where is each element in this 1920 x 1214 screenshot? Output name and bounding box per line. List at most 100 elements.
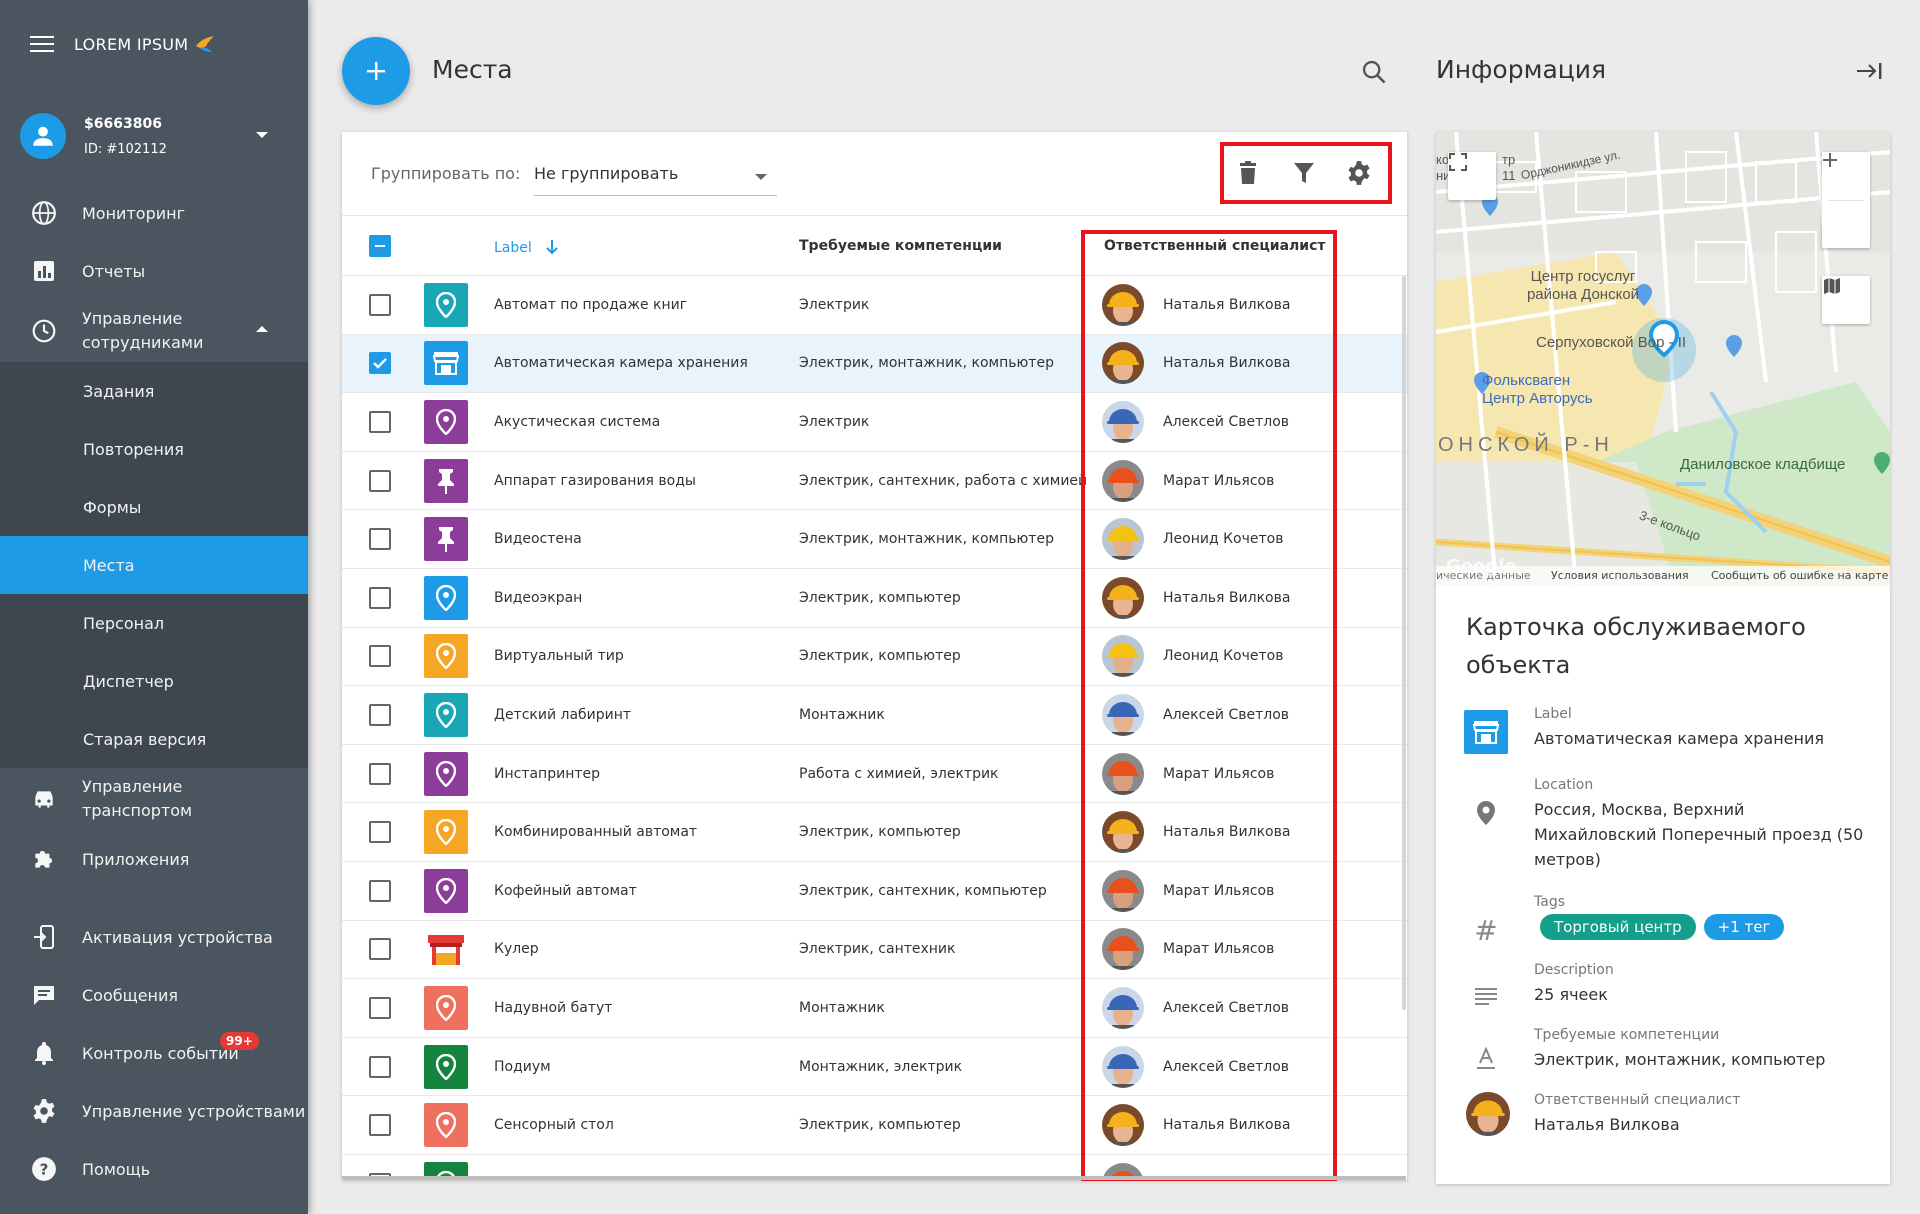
field-label-key: Label (1534, 706, 1572, 722)
row-checkbox[interactable] (369, 1114, 391, 1137)
menu-icon[interactable] (30, 36, 54, 52)
table-row[interactable]: Надувной батут Монтажник Алексей Светлов (342, 979, 1407, 1038)
sidebar-item-forms[interactable]: Формы (0, 478, 308, 536)
specialist-avatar (1102, 869, 1144, 912)
row-checkbox[interactable] (369, 996, 391, 1019)
filter-icon[interactable] (1292, 160, 1316, 186)
sidebar-item-places[interactable]: Места (0, 536, 308, 594)
sidebar-item-label: Отчеты (82, 261, 146, 281)
specialist-avatar (1102, 811, 1144, 854)
table-row[interactable]: Автомат по продаже книг Электрик Наталья В… (342, 276, 1407, 335)
cell-label: Кулер (494, 941, 539, 958)
table-row[interactable]: Комбинированный автомат Электрик, компьют… (342, 803, 1407, 862)
horizontal-scrollbar[interactable] (342, 1176, 1406, 1180)
search-icon[interactable] (1360, 58, 1388, 86)
sidebar-item-help[interactable]: ? Помощь (0, 1140, 308, 1198)
sidebar-item-activation[interactable]: Активация устройства (0, 908, 308, 966)
row-checkbox[interactable] (369, 528, 391, 551)
settings-gear-icon[interactable] (1346, 160, 1372, 186)
sort-arrow-icon (546, 240, 558, 255)
cell-specialist: Леонид Кочетов (1163, 531, 1284, 548)
row-checkbox[interactable] (369, 938, 391, 961)
row-checkbox[interactable] (369, 293, 391, 316)
sidebar-item-tasks[interactable]: Задания (0, 362, 308, 420)
sidebar-item-repeats[interactable]: Повторения (0, 420, 308, 478)
map-footer: ические данные Google Условия использова… (1436, 556, 1890, 586)
row-checkbox[interactable] (369, 821, 391, 844)
map-layers-icon (1824, 278, 1840, 294)
sidebar-item-events[interactable]: Контроль событий 99+ (0, 1024, 308, 1082)
table-row[interactable]: Видеостена Электрик, монтажник, компьютер… (342, 510, 1407, 569)
table-row[interactable]: Видеоэкран Электрик, компьютер Наталья Вил… (342, 569, 1407, 628)
cell-competences: Монтажник (799, 999, 885, 1016)
row-checkbox[interactable] (369, 586, 391, 609)
table-row[interactable]: Аппарат газирования воды Электрик, сантех… (342, 452, 1407, 511)
row-checkbox[interactable] (369, 762, 391, 785)
place-type-icon (424, 634, 468, 679)
field-description-key: Description (1534, 962, 1614, 978)
map[interactable]: кон ник тр 11 Орджоникидзе ул. Центр гос… (1436, 132, 1890, 586)
sidebar-item-label: Повторения (83, 439, 184, 459)
row-checkbox[interactable] (369, 645, 391, 668)
zoom-out-button[interactable] (1823, 159, 1864, 248)
row-checkbox[interactable] (369, 410, 391, 433)
store-icon (1464, 710, 1508, 754)
sidebar-item-devices[interactable]: Управление устройствами (0, 1082, 308, 1140)
collapse-panel-icon[interactable] (1855, 60, 1883, 82)
vertical-scrollbar[interactable] (1402, 276, 1406, 1010)
place-type-icon (424, 341, 468, 386)
trash-icon[interactable] (1236, 160, 1260, 186)
select-all-checkbox[interactable] (369, 235, 391, 257)
field-competences: Требуемые компетенции Электрик, монтажни… (1436, 1027, 1890, 1072)
table-row[interactable]: Инстапринтер Работа с химией, электрик Мар… (342, 745, 1407, 804)
row-checkbox[interactable] (369, 469, 391, 492)
table-row[interactable]: Акустическая система Электрик Алексей Свет… (342, 393, 1407, 452)
column-header-specialist[interactable]: Ответственный специалист (1104, 238, 1326, 254)
sidebar-item-messages[interactable]: Сообщения (0, 966, 308, 1024)
map-report-link[interactable]: Сообщить об ошибке на карте (1711, 569, 1888, 582)
car-icon (30, 785, 58, 813)
cell-competences: Электрик, компьютер (799, 824, 961, 841)
table-row[interactable]: Подиум Монтажник, электрик Алексей Светлов (342, 1038, 1407, 1097)
table-row[interactable]: Кулер Электрик, сантехник Марат Ильясов (342, 921, 1407, 980)
sidebar-item-label: Управление сотрудниками (82, 309, 204, 352)
specialist-avatar (1102, 400, 1144, 443)
add-place-button[interactable] (342, 37, 410, 105)
cell-specialist: Наталья Вилкова (1163, 589, 1291, 606)
row-checkbox[interactable] (369, 879, 391, 902)
map-terms-link[interactable]: Условия использования (1551, 569, 1689, 582)
sidebar-item-apps[interactable]: Приложения (0, 830, 308, 888)
sidebar-item-dispatcher[interactable]: Диспетчер (0, 652, 308, 710)
column-header-label[interactable]: Label (494, 238, 560, 256)
chevron-up-icon[interactable] (256, 326, 268, 332)
fullscreen-button[interactable] (1448, 152, 1496, 200)
svg-text:?: ? (40, 1160, 49, 1178)
more-tags-chip[interactable]: +1 тег (1703, 914, 1785, 940)
cell-label: Инстапринтер (494, 765, 601, 782)
map-label: Центр госуслуг района Донской (1526, 268, 1640, 303)
sidebar-item-old-version[interactable]: Старая версия (0, 710, 308, 768)
tag-chip[interactable]: Торговый центр (1540, 914, 1696, 940)
place-type-icon (424, 985, 468, 1030)
sidebar-item-transport[interactable]: Управление транспортом (0, 768, 308, 830)
specialist-avatar (1102, 693, 1144, 736)
table-row[interactable]: Автоматическая камера хранения Электрик, … (342, 334, 1407, 394)
sidebar-item-label: Задания (83, 381, 155, 401)
account-switcher[interactable]: $6663806 ID: #102112 (0, 88, 308, 184)
group-by-select[interactable]: Не группировать (534, 152, 777, 196)
column-header-competences[interactable]: Требуемые компетенции (799, 238, 1002, 254)
cell-specialist: Алексей Светлов (1163, 413, 1290, 430)
sidebar-item-monitoring[interactable]: Мониторинг (0, 184, 308, 242)
map-type-button[interactable] (1822, 276, 1870, 324)
row-checkbox[interactable] (369, 352, 391, 375)
row-checkbox[interactable] (369, 703, 391, 726)
table-row[interactable]: Сенсорный стол Электрик, компьютер Наталья… (342, 1096, 1407, 1155)
sidebar-item-personnel[interactable]: Персонал (0, 594, 308, 652)
table-row[interactable]: Детский лабиринт Монтажник Алексей Светлов (342, 686, 1407, 745)
table-row[interactable]: Виртуальный тир Электрик, компьютер Леонид… (342, 628, 1407, 687)
chevron-down-icon[interactable] (256, 132, 268, 138)
sidebar-item-reports[interactable]: Отчеты (0, 242, 308, 300)
sidebar-item-staff[interactable]: Управление сотрудниками (0, 300, 308, 362)
table-row[interactable]: Кофейный автомат Электрик, сантехник, ком… (342, 862, 1407, 921)
row-checkbox[interactable] (369, 1055, 391, 1078)
